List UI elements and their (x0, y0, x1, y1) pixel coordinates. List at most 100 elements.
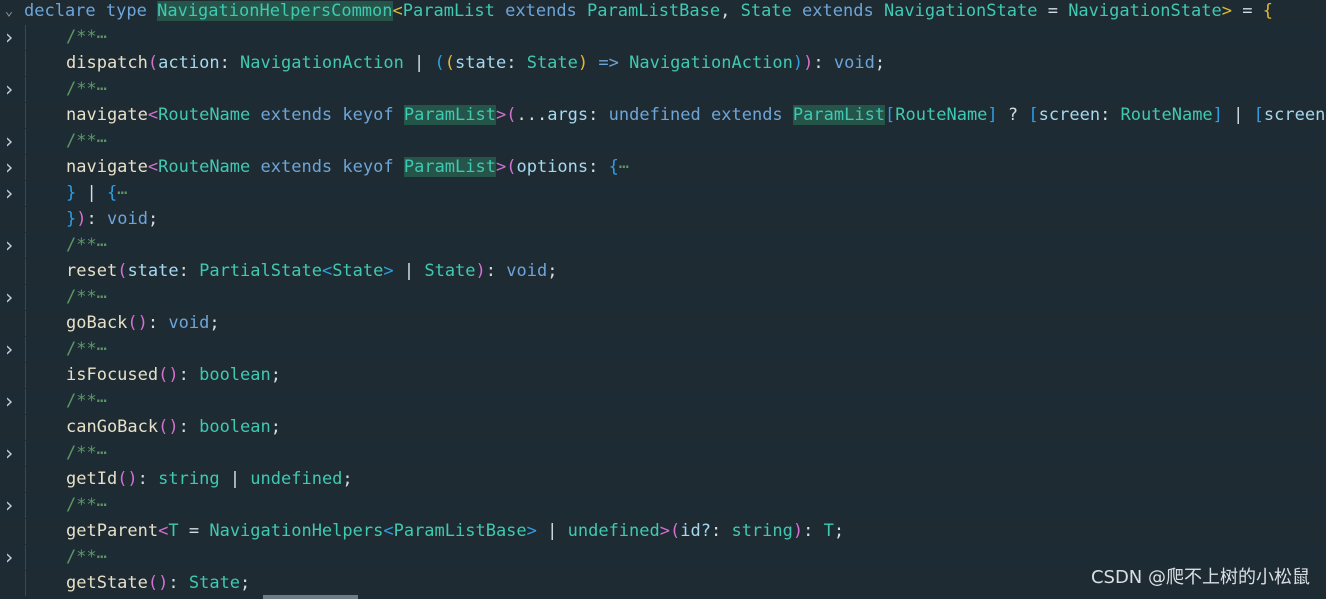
code-token: , (720, 1, 741, 21)
code-text: reset(state: PartialState<State> | State… (66, 259, 557, 284)
fold-expand-icon[interactable]: › (0, 285, 18, 310)
fold-expand-icon[interactable]: › (0, 181, 18, 206)
code-token: RouteName (1120, 105, 1213, 125)
indent-guide (25, 77, 26, 102)
indent-guide (25, 441, 26, 466)
code-token: > (383, 261, 394, 281)
code-token: ) (792, 521, 804, 541)
scrollbar-thumb[interactable] (263, 595, 358, 599)
code-text: /**⋯ (66, 233, 107, 258)
code-token: { (608, 157, 619, 177)
code-line[interactable]: canGoBack(): boolean; (0, 415, 1326, 440)
code-line[interactable]: › /**⋯ (0, 129, 1326, 154)
code-line[interactable]: › /**⋯ (0, 441, 1326, 466)
code-token: State (188, 573, 241, 593)
gutter (0, 467, 18, 492)
code-token: < (147, 157, 159, 177)
code-line[interactable]: reset(state: PartialState<State> | State… (0, 259, 1326, 284)
code-line[interactable]: getParent<T = NavigationHelpers<ParamLis… (0, 519, 1326, 544)
code-line[interactable]: › } | {⋯ (0, 181, 1326, 206)
code-token: RouteName (158, 105, 251, 125)
code-line[interactable]: }): void; (0, 207, 1326, 232)
code-token: State (526, 53, 578, 73)
gutter (0, 207, 18, 232)
code-line[interactable]: dispatch(action: NavigationAction | ((st… (0, 51, 1326, 76)
fold-collapse-icon[interactable]: ⌄ (0, 0, 18, 24)
fold-expand-icon[interactable]: › (0, 493, 18, 518)
code-line[interactable]: › /**⋯ (0, 77, 1326, 102)
indent-guide (25, 285, 26, 310)
code-token: string (731, 521, 793, 541)
code-token: () (117, 469, 138, 489)
code-token: undefined (250, 469, 343, 489)
fold-expand-icon[interactable]: › (0, 389, 18, 414)
fold-expand-icon[interactable]: › (0, 441, 18, 466)
code-token: < (392, 1, 403, 21)
code-token: ⋯ (96, 443, 107, 463)
indent-guide (25, 233, 26, 258)
code-line[interactable]: isFocused(): boolean; (0, 363, 1326, 388)
code-token: reset (66, 261, 118, 281)
code-line[interactable]: › /**⋯ (0, 389, 1326, 414)
code-token: () (147, 573, 169, 593)
code-line[interactable]: › /**⋯ (0, 25, 1326, 50)
fold-expand-icon[interactable]: › (0, 129, 18, 154)
fold-expand-icon[interactable]: › (0, 77, 18, 102)
code-line[interactable]: ⌄ declare type NavigationHelpersCommon<Pa… (0, 0, 1326, 24)
code-line[interactable]: › /**⋯ (0, 493, 1326, 518)
indent-guide (25, 363, 26, 388)
code-token: ) (76, 209, 87, 229)
code-text: } | {⋯ (66, 181, 127, 206)
code-token: ] (987, 105, 998, 125)
code-line[interactable]: › /**⋯ (0, 233, 1326, 258)
code-line[interactable]: getId(): string | undefined; (0, 467, 1326, 492)
code-text: /**⋯ (66, 25, 107, 50)
code-line[interactable]: › navigate<RouteName extends keyof ParamL… (0, 155, 1326, 180)
code-line[interactable]: › /**⋯ (0, 337, 1326, 362)
code-line[interactable]: goBack(): void; (0, 311, 1326, 336)
fold-expand-icon[interactable]: › (0, 25, 18, 50)
code-token: : (1100, 105, 1121, 125)
code-text: /**⋯ (66, 129, 107, 154)
code-token: : (137, 469, 159, 489)
code-token: /** (66, 287, 97, 307)
code-token: string (158, 469, 220, 489)
indent-guide (25, 51, 26, 76)
fold-expand-icon[interactable]: › (0, 233, 18, 258)
horizontal-scrollbar[interactable] (255, 595, 555, 599)
fold-expand-icon[interactable]: › (0, 155, 18, 180)
code-editor[interactable]: ⌄ declare type NavigationHelpersCommon<Pa… (0, 0, 1326, 599)
code-token: ; (342, 469, 353, 489)
code-line[interactable]: › /**⋯ (0, 285, 1326, 310)
code-token: keyof (342, 157, 394, 177)
indent-guide (25, 571, 26, 596)
code-token: ( (506, 157, 517, 177)
code-text: isFocused(): boolean; (66, 363, 281, 388)
code-token: = (178, 521, 210, 541)
code-token: ⋯ (96, 131, 107, 151)
code-text: getState(): State; (66, 571, 250, 596)
code-line[interactable]: navigate<RouteName extends keyof ParamLi… (0, 103, 1326, 128)
code-token: : (178, 261, 200, 281)
gutter (0, 519, 18, 544)
fold-expand-icon[interactable]: › (0, 337, 18, 362)
code-token: | (393, 261, 425, 281)
code-token: < (321, 261, 333, 281)
code-token: void (168, 313, 210, 333)
fold-expand-icon[interactable]: › (0, 545, 18, 570)
code-token: void (833, 53, 875, 73)
code-token: declare (24, 1, 96, 21)
code-token: : (506, 53, 527, 73)
code-token: ( (444, 53, 456, 73)
indent-guide (25, 25, 26, 50)
gutter (0, 103, 18, 128)
code-token: ; (833, 521, 845, 541)
code-token: extends (711, 105, 783, 125)
indent-guide (25, 545, 26, 570)
